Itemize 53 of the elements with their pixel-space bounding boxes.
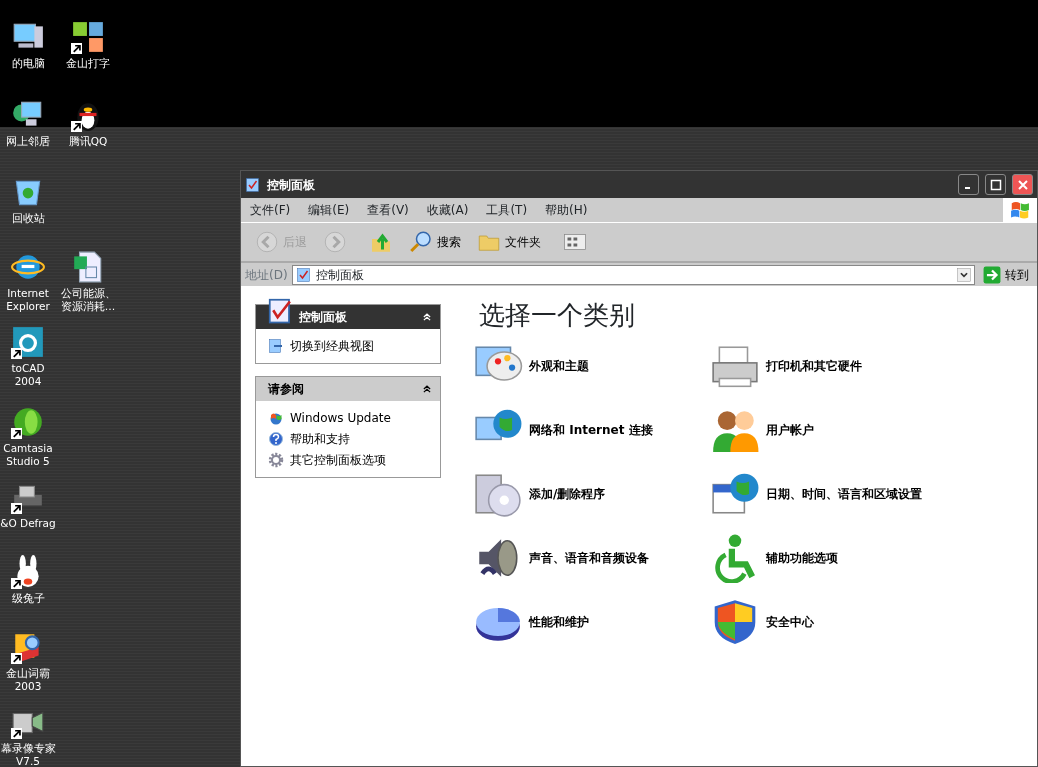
category-link[interactable]: 外观和主题	[473, 341, 710, 391]
category-link[interactable]: 性能和维护	[473, 597, 710, 647]
toolbar-button[interactable]: 文件夹	[473, 228, 545, 256]
letter-blocks-icon[interactable]	[71, 20, 105, 54]
icon-label[interactable]: Camtasia Studio 5	[0, 442, 56, 468]
go-arrow-icon	[983, 265, 1001, 284]
category-link[interactable]: 日期、时间、语言和区域设置	[710, 469, 1010, 519]
flag-logo-icon	[1009, 199, 1031, 221]
menu-item[interactable]: 查看(V)	[358, 201, 418, 219]
help-icon	[268, 431, 284, 447]
collapse-chevron-icon[interactable]	[422, 384, 432, 394]
sidebar-link[interactable]: 其它控制面板选项	[268, 451, 430, 469]
search-icon	[409, 230, 433, 254]
toolbar-button[interactable]: 搜索	[405, 228, 465, 256]
icon-label[interactable]: 级兔子	[11, 592, 45, 605]
sidebar-link[interactable]: Windows Update	[268, 409, 430, 427]
menu-item[interactable]: 文件(F)	[241, 201, 300, 219]
panel-title: 控制面板	[299, 309, 347, 326]
icon-label[interactable]: 公司能源、资源消耗…	[60, 287, 116, 313]
sidebar-link[interactable]: 切换到经典视图	[268, 337, 430, 355]
page-heading: 选择一个类别	[479, 299, 636, 332]
category-link[interactable]: 添加/删除程序	[473, 469, 710, 519]
gear-icon	[268, 452, 284, 468]
window-title: 控制面板	[267, 176, 315, 194]
ball-icon[interactable]	[11, 405, 45, 439]
sidebar-link[interactable]: 帮助和支持	[268, 430, 430, 448]
icon-label[interactable]: 的电脑	[11, 57, 45, 70]
icon-label[interactable]: 网上邻居	[6, 135, 50, 148]
menu-item[interactable]: 帮助(H)	[536, 201, 597, 219]
control-panel-icon	[295, 266, 312, 283]
menu-item[interactable]: 收藏(A)	[417, 201, 478, 219]
icon-label[interactable]: 幕录像专家V7.5	[0, 742, 56, 767]
address-label: 地址(D)	[245, 266, 288, 284]
icon-label[interactable]: &O Defrag	[0, 517, 56, 530]
control-panel-icon	[245, 176, 261, 193]
menu-item[interactable]: 编辑(E)	[299, 201, 359, 219]
category-link[interactable]: 声音、语音和音频设备	[473, 533, 710, 583]
icon-label[interactable]: Internet Explorer	[0, 287, 56, 313]
icon-label[interactable]: 金山词霸 2003	[0, 667, 56, 693]
category-link[interactable]: 网络和 Internet 连接	[473, 405, 710, 455]
menu-item[interactable]: 工具(T)	[477, 201, 537, 219]
category-link[interactable]: 辅助功能选项	[710, 533, 1010, 583]
icon-label[interactable]: toCAD 2004	[0, 362, 56, 388]
icon-label[interactable]: 金山打字	[66, 57, 110, 70]
category-link[interactable]: 打印机和其它硬件	[710, 341, 1010, 391]
panel-title: 请参阅	[268, 381, 304, 398]
category-link[interactable]: 安全中心	[710, 597, 1010, 647]
drafting-icon[interactable]	[11, 325, 45, 359]
icon-label[interactable]: 腾讯QQ	[68, 135, 108, 148]
icon-label[interactable]: 回收站	[11, 212, 45, 225]
go-button[interactable]: 转到	[979, 263, 1033, 286]
category-link[interactable]: 用户帐户	[710, 405, 1010, 455]
address-field[interactable]: 控制面板	[291, 264, 975, 285]
